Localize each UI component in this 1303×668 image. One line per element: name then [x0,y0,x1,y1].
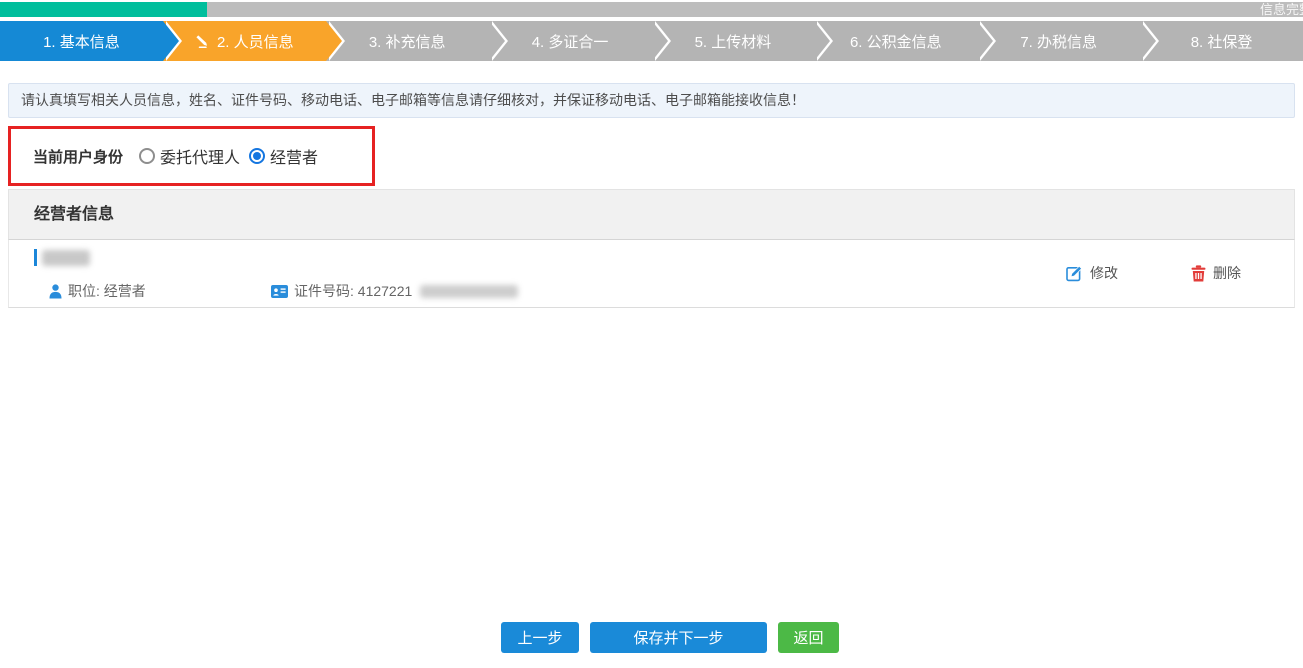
footer-button-bar: 上一步 保存并下一步 返回 [0,622,1303,653]
completeness-label: 信息完整 [1260,2,1303,17]
delete-button[interactable]: 删除 [1191,263,1241,283]
step-tab-upload-materials[interactable]: 5. 上传材料 [652,21,815,61]
position-text: 职位: 经营者 [68,281,146,301]
trash-icon [1191,265,1206,282]
radio-option-agent[interactable]: 委托代理人 [139,144,240,168]
step-label: 7. 办税信息 [1020,31,1097,52]
radio-option-operator[interactable]: 经营者 [249,144,318,168]
step-label: 4. 多证合一 [532,31,609,52]
step-label: 3. 补充信息 [369,31,446,52]
completeness-progress-track: 信息完整 [0,2,1303,17]
step-tab-basic-info[interactable]: 1. 基本信息 [0,21,163,61]
identity-highlight-box: 当前用户身份 委托代理人 经营者 [8,126,375,186]
step-label: 5. 上传材料 [695,31,772,52]
notice-banner: 请认真填写相关人员信息，姓名、证件号码、移动电话、电子邮箱等信息请仔细核对，并保… [8,83,1295,118]
return-button[interactable]: 返回 [778,622,839,653]
wizard-steps: 1. 基本信息 2. 人员信息 3. 补充信息 4. 多证合一 5. 上传材料 … [0,21,1303,61]
edit-icon [1066,265,1083,282]
radio-unchecked-icon[interactable] [139,148,155,164]
name-accent-bar [34,249,37,266]
step-tab-social-security[interactable]: 8. 社保登 [1140,21,1303,61]
operator-section-header: 经营者信息 [8,189,1295,240]
id-number-group: 证件号码: 4127221 [271,281,518,301]
section-title: 经营者信息 [34,206,114,223]
previous-step-button[interactable]: 上一步 [501,622,579,653]
delete-label[interactable]: 删除 [1213,263,1241,283]
step-label: 2. 人员信息 [217,31,294,52]
page: 信息完整 1. 基本信息 2. 人员信息 3. 补充信息 4. 多证合一 5. … [0,0,1303,668]
redacted-id-tail [420,285,518,298]
radio-option-label[interactable]: 委托代理人 [160,144,240,168]
step-tab-multi-cert[interactable]: 4. 多证合一 [489,21,652,61]
step-tab-housing-fund[interactable]: 6. 公积金信息 [814,21,977,61]
operator-card: 职位: 经营者 证件号码: 4127221 修改 [8,240,1295,308]
radio-checked-icon[interactable] [249,148,265,164]
step-tab-personnel-info[interactable]: 2. 人员信息 [163,21,326,61]
radio-option-label[interactable]: 经营者 [270,144,318,168]
id-card-icon [271,285,288,298]
step-label: 6. 公积金信息 [850,31,942,52]
id-number-text: 证件号码: 4127221 [294,281,412,301]
operator-name-row [34,249,90,266]
identity-label: 当前用户身份 [33,146,123,167]
completeness-progress-fill [0,2,207,17]
step-tab-supplementary-info[interactable]: 3. 补充信息 [326,21,489,61]
save-and-next-button[interactable]: 保存并下一步 [590,622,767,653]
step-tab-tax-info[interactable]: 7. 办税信息 [977,21,1140,61]
notice-text: 请认真填写相关人员信息，姓名、证件号码、移动电话、电子邮箱等信息请仔细核对，并保… [21,92,805,108]
step-label: 1. 基本信息 [43,31,120,52]
person-icon [49,284,62,299]
edit-button[interactable]: 修改 [1066,263,1118,283]
edit-label[interactable]: 修改 [1090,263,1118,283]
pencil-icon [195,34,210,49]
position-group: 职位: 经营者 [49,281,146,301]
step-label: 8. 社保登 [1191,31,1253,52]
redacted-name [42,250,90,266]
